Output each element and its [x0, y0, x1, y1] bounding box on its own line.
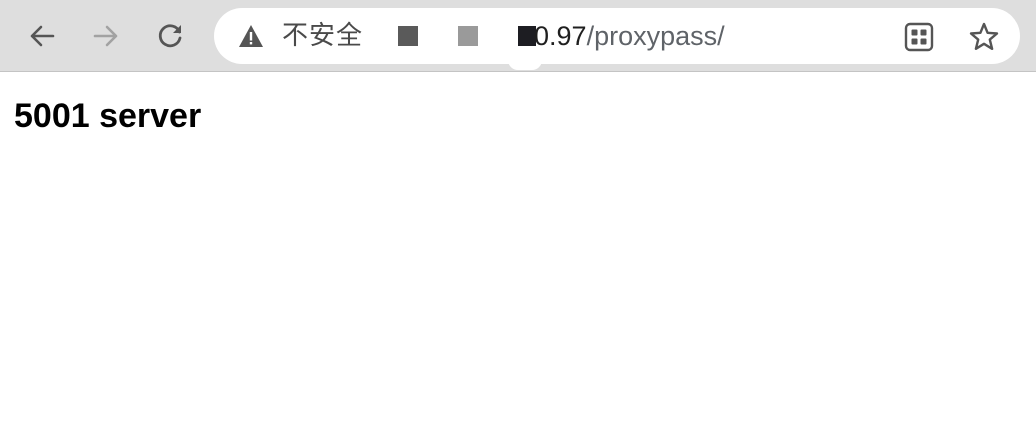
redacted-block [398, 26, 418, 46]
qr-code-icon[interactable] [904, 22, 934, 52]
redacted-block [458, 26, 478, 46]
address-bar[interactable]: 不安全 0.97/proxypass/ [214, 8, 1020, 64]
forward-button[interactable] [86, 16, 126, 56]
url-path: /proxypass/ [586, 21, 725, 51]
reload-button[interactable] [150, 16, 190, 56]
arrow-right-icon [93, 25, 118, 47]
security-label[interactable]: 不安全 [282, 20, 363, 52]
url-text[interactable]: 0.97/proxypass/ [534, 20, 725, 52]
address-bar-dropdown-edge [508, 58, 542, 70]
reload-icon [158, 24, 182, 48]
star-icon[interactable] [968, 21, 1000, 53]
url-host: 0.97 [534, 21, 587, 51]
warning-icon [239, 25, 263, 47]
browser-toolbar: 不安全 0.97/proxypass/ [0, 0, 1036, 72]
back-button[interactable] [22, 16, 62, 56]
page-heading: 5001 server [14, 97, 202, 135]
arrow-left-icon [30, 25, 55, 47]
